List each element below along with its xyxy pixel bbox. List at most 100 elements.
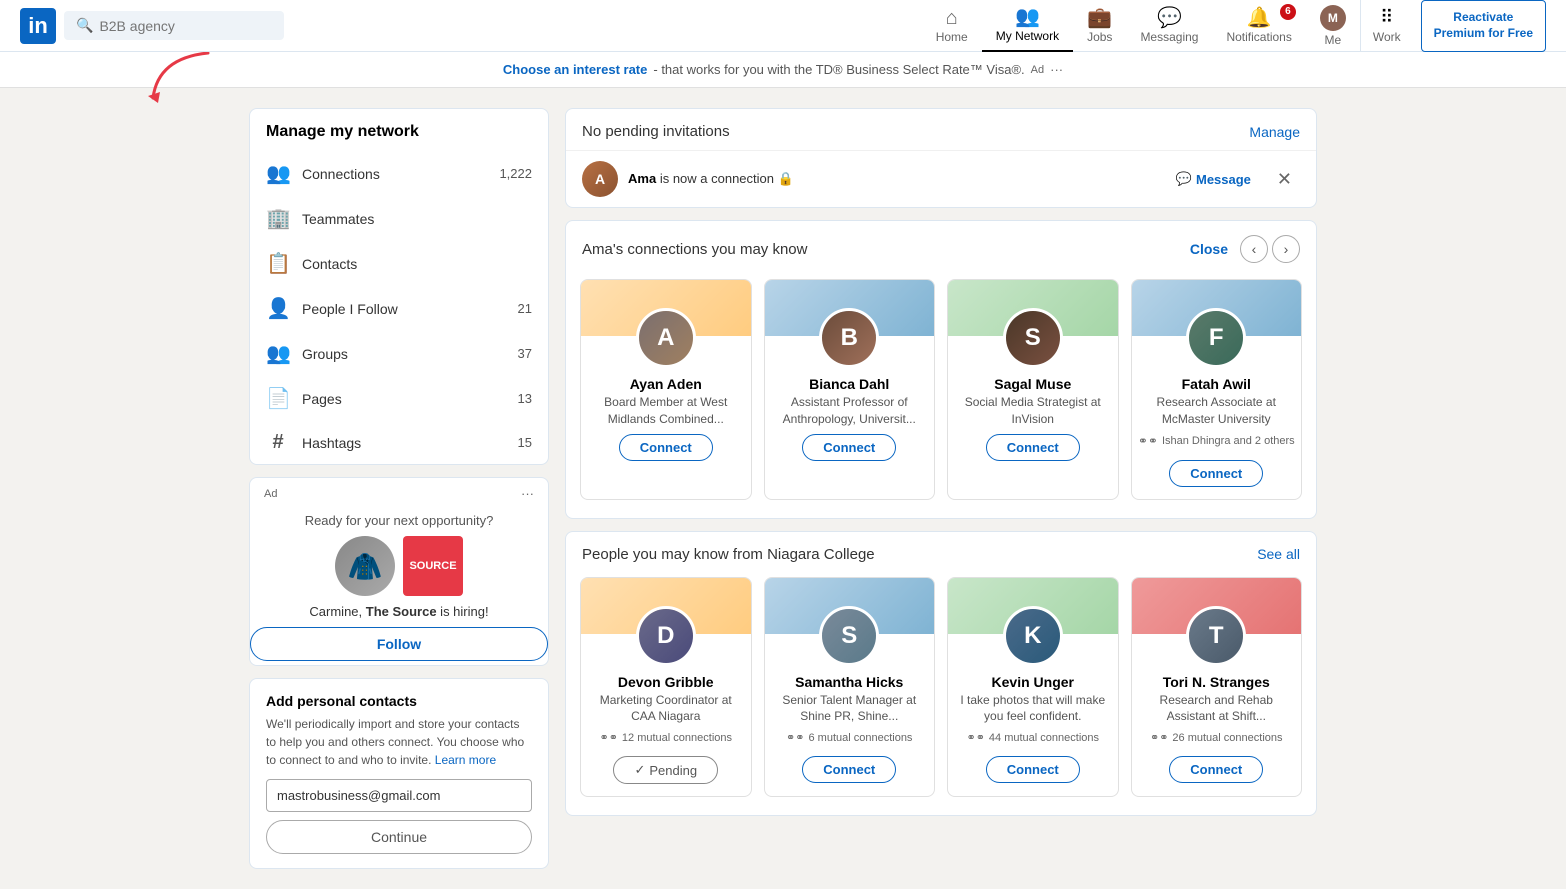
devon-title: Marketing Coordinator at CAA Niagara [581, 690, 751, 728]
sidebar-item-contacts[interactable]: 📋 Contacts [250, 241, 548, 286]
next-arrow-button[interactable]: › [1272, 235, 1300, 263]
ad-follow-button[interactable]: Follow [250, 627, 548, 661]
learn-more-link[interactable]: Learn more [435, 753, 496, 767]
sidebar-item-teammates[interactable]: 🏢 Teammates [250, 196, 548, 241]
devon-avatar-wrap: D [636, 606, 696, 666]
nav-my-network[interactable]: 👥 My Network [982, 0, 1073, 52]
connect-button-0[interactable]: Connect [619, 434, 713, 461]
ad-hire-text: Carmine, The Source is hiring! [250, 604, 548, 619]
devon-mutual-text: 12 mutual connections [622, 732, 732, 744]
kevin-mutual: ⚭⚭ 44 mutual connections [966, 731, 1099, 744]
invitations-header: No pending invitations Manage [566, 109, 1316, 150]
nav-home-label: Home [936, 30, 968, 44]
search-input[interactable] [99, 18, 272, 34]
person-avatar-4: F [1189, 311, 1243, 365]
mutual-text-3: Ishan Dhingra and 2 others [1162, 435, 1295, 447]
carousel-controls: Close ‹ › [1190, 235, 1300, 263]
connect-button-samantha[interactable]: Connect [802, 756, 896, 783]
ad-widget-more[interactable]: ··· [521, 486, 534, 501]
linkedin-logo[interactable]: in [20, 8, 56, 44]
may-know-title: People you may know from Niagara College [582, 546, 875, 563]
connection-notification: A Ama is now a connection 🔒 💬 Message ✕ [566, 150, 1316, 207]
person-title-0: Board Member at West Midlands Combined..… [581, 392, 751, 430]
nav-work[interactable]: ⠿ Work [1360, 0, 1413, 52]
person-avatar-wrap-4: F [1186, 308, 1246, 368]
amas-connections-header: Ama's connections you may know Close ‹ › [566, 221, 1316, 273]
prev-arrow-button[interactable]: ‹ [1240, 235, 1268, 263]
sidebar-item-groups[interactable]: 👥 Groups 37 [250, 331, 548, 376]
sidebar-item-connections[interactable]: 👥 Connections 1,222 [250, 151, 548, 196]
person-card-tori: T Tori N. Stranges Research and Rehab As… [1131, 577, 1303, 798]
conn-avatar: A [582, 161, 618, 197]
groups-count: 37 [518, 346, 532, 361]
invitations-title: No pending invitations [582, 123, 730, 140]
continue-button[interactable]: Continue [266, 820, 532, 854]
email-input[interactable] [266, 779, 532, 812]
groups-icon: 👥 [266, 341, 290, 366]
connections-label: Connections [302, 166, 487, 182]
person-avatar-1: A [639, 311, 693, 365]
samantha-title: Senior Talent Manager at Shine PR, Shine… [765, 690, 935, 728]
person-card-sagal: S Sagal Muse Social Media Strategist at … [947, 279, 1119, 500]
nav-me[interactable]: M Me [1306, 0, 1360, 52]
devon-mutual: ⚭⚭ 12 mutual connections [599, 731, 732, 744]
pending-button-devon[interactable]: ✓ Pending [613, 756, 718, 784]
hashtags-label: Hashtags [302, 435, 506, 451]
person-title-2: Social Media Strategist at InVision [948, 392, 1118, 430]
message-button[interactable]: 💬 Message [1168, 167, 1259, 191]
sidebar-item-pages[interactable]: 📄 Pages 13 [250, 376, 548, 421]
reactivate-line2: Premium for Free [1434, 26, 1533, 42]
jobs-icon: 💼 [1087, 8, 1112, 28]
notifications-badge: 6 [1280, 4, 1296, 20]
sidebar-item-hashtags[interactable]: # Hashtags 15 [250, 421, 548, 464]
ad-widget-card: Ad ··· Ready for your next opportunity? … [249, 477, 549, 666]
ad-link[interactable]: Choose an interest rate [503, 62, 648, 77]
contacts-card-title: Add personal contacts [266, 693, 532, 709]
samantha-mutual-text: 6 mutual connections [808, 732, 912, 744]
conn-status: is now a connection [660, 171, 774, 186]
connect-button-kevin[interactable]: Connect [986, 756, 1080, 783]
kevin-mutual-text: 44 mutual connections [989, 732, 1099, 744]
ad-bar: Choose an interest rate - that works for… [0, 52, 1566, 88]
ad-more-icon[interactable]: ··· [1050, 62, 1063, 77]
ad-person-avatar: 🧥 [335, 536, 395, 596]
person-card-devon: D Devon Gribble Marketing Coordinator at… [580, 577, 752, 798]
tori-mutual-icon: ⚭⚭ [1150, 731, 1168, 744]
search-bar[interactable]: 🔍 [64, 11, 284, 40]
connect-button-tori[interactable]: Connect [1169, 756, 1263, 783]
nav-messaging-label: Messaging [1140, 30, 1198, 44]
main-header: in 🔍 ⌂ Home 👥 My Network 💼 Jobs 💬 Messag… [0, 0, 1566, 52]
nav-messaging[interactable]: 💬 Messaging [1126, 0, 1212, 52]
reactivate-button[interactable]: Reactivate Premium for Free [1421, 0, 1546, 52]
work-label: Work [1373, 30, 1401, 44]
nav-home[interactable]: ⌂ Home [922, 0, 982, 52]
my-network-icon: 👥 [1015, 7, 1040, 27]
hashtags-count: 15 [518, 435, 532, 450]
hashtags-icon: # [266, 431, 290, 454]
person-title-1: Assistant Professor of Anthropology, Uni… [765, 392, 935, 430]
person-name-0: Ayan Aden [622, 376, 710, 392]
contacts-label: Contacts [302, 256, 532, 272]
close-notification-button[interactable]: ✕ [1269, 165, 1300, 194]
ad-label: Ad [1031, 64, 1044, 76]
person-avatar-3: S [1006, 311, 1060, 365]
connect-button-1[interactable]: Connect [802, 434, 896, 461]
may-know-grid: D Devon Gribble Marketing Coordinator at… [566, 571, 1316, 816]
manage-button[interactable]: Manage [1249, 124, 1300, 140]
avatar: M [1320, 5, 1346, 31]
nav-notifications[interactable]: 🔔 6 Notifications [1212, 0, 1305, 52]
nav-my-network-label: My Network [996, 29, 1059, 43]
sidebar-item-people-follow[interactable]: 👤 People I Follow 21 [250, 286, 548, 331]
person-avatar-wrap-1: A [636, 308, 696, 368]
close-section-button[interactable]: Close [1190, 241, 1228, 257]
see-all-button[interactable]: See all [1257, 546, 1300, 562]
tori-avatar-wrap: T [1186, 606, 1246, 666]
connect-button-2[interactable]: Connect [986, 434, 1080, 461]
devon-name: Devon Gribble [610, 674, 722, 690]
ad-company-logo: SOURCE [403, 536, 463, 596]
nav-jobs[interactable]: 💼 Jobs [1073, 0, 1126, 52]
person-name-3: Fatah Awil [1174, 376, 1259, 392]
connect-button-3[interactable]: Connect [1169, 460, 1263, 487]
conn-name: Ama [628, 171, 656, 186]
pending-label: Pending [649, 763, 697, 778]
